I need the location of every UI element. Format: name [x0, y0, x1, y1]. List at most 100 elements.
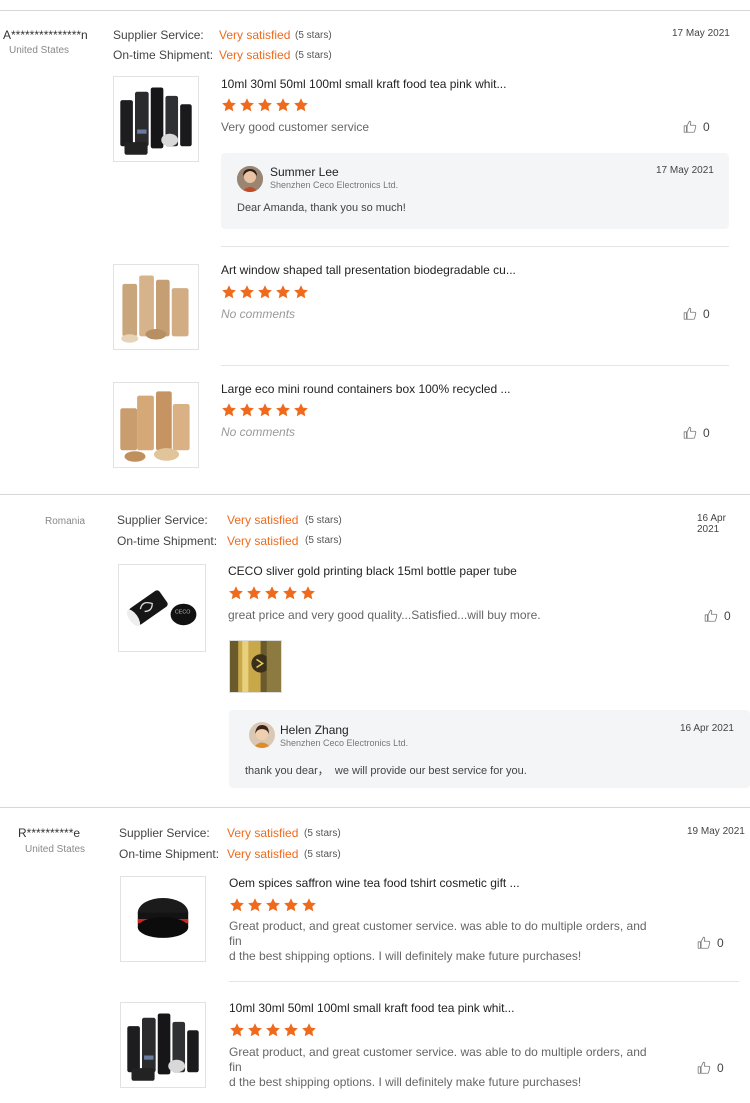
review-divider: [0, 807, 750, 808]
supplier-reply: Helen Zhang Shenzhen Ceco Electronics Lt…: [229, 710, 750, 788]
review-comment-line: Great product, and great customer servic…: [229, 1045, 647, 1074]
rating-stars: [228, 585, 316, 601]
shipment-value: Very satisfied: [227, 534, 299, 548]
like-button[interactable]: 0: [704, 609, 731, 623]
like-button[interactable]: 0: [683, 426, 710, 440]
star-icon: [301, 1022, 317, 1038]
shipment-label: On-time Shipment:: [119, 847, 220, 861]
like-button[interactable]: 0: [697, 936, 724, 950]
reply-text: Dear Amanda, thank you so much!: [237, 202, 406, 214]
star-icon: [239, 97, 255, 113]
supplier-service-value: Very satisfied: [219, 28, 291, 42]
supplier-service-label: Supplier Service:: [117, 513, 208, 527]
shipment-label: On-time Shipment:: [117, 534, 218, 548]
product-title[interactable]: 10ml 30ml 50ml 100ml small kraft food te…: [221, 77, 506, 91]
star-icon: [265, 1022, 281, 1038]
star-icon: [282, 585, 298, 601]
product-title[interactable]: 10ml 30ml 50ml 100ml small kraft food te…: [229, 1001, 514, 1015]
reply-company: Shenzhen Ceco Electronics Ltd.: [280, 738, 409, 748]
review-comment: Very good customer service: [221, 120, 370, 134]
supplier-service-stars: (5 stars): [305, 515, 342, 526]
supplier-service-value: Very satisfied: [227, 513, 299, 527]
like-count: 0: [703, 307, 710, 321]
review-date: 19 May 2021: [687, 826, 745, 837]
shipment-value: Very satisfied: [219, 48, 291, 62]
star-icon: [247, 897, 263, 913]
product-title[interactable]: Art window shaped tall presentation biod…: [221, 263, 516, 277]
review-photo[interactable]: [229, 640, 282, 693]
thumbs-up-icon: [704, 609, 718, 623]
star-icon: [265, 897, 281, 913]
product-title[interactable]: CECO sliver gold printing black 15ml bot…: [228, 564, 517, 578]
supplier-service-stars: (5 stars): [304, 828, 341, 839]
item-divider: [221, 365, 729, 366]
item-divider: [221, 246, 729, 247]
review-comment: No comments: [221, 307, 296, 321]
reply-date: 16 Apr 2021: [680, 723, 734, 734]
avatar: [237, 166, 263, 192]
like-count: 0: [703, 120, 710, 134]
product-thumbnail[interactable]: [113, 264, 199, 350]
star-icon: [293, 284, 309, 300]
rating-stars: [221, 402, 309, 418]
like-button[interactable]: 0: [683, 307, 710, 321]
star-icon: [275, 97, 291, 113]
star-icon: [300, 585, 316, 601]
shipment-label: On-time Shipment:: [113, 48, 214, 62]
review-divider: [0, 494, 750, 495]
product-thumbnail[interactable]: [118, 564, 206, 652]
thumbs-up-icon: [697, 1061, 711, 1075]
product-thumbnail[interactable]: [113, 76, 199, 162]
item-divider: [229, 981, 739, 982]
star-icon: [239, 284, 255, 300]
product-title[interactable]: Large eco mini round containers box 100%…: [221, 382, 511, 396]
reply-text: thank you dear， we will provide our best…: [245, 765, 527, 777]
rating-stars: [229, 1022, 317, 1038]
star-icon: [221, 402, 237, 418]
thumbs-up-icon: [683, 120, 697, 134]
review-comment: Great product, and great customer servic…: [229, 1045, 659, 1090]
star-icon: [283, 897, 299, 913]
star-icon: [283, 1022, 299, 1038]
star-icon: [275, 402, 291, 418]
product-thumbnail[interactable]: [120, 876, 206, 962]
star-icon: [275, 284, 291, 300]
like-button[interactable]: 0: [697, 1061, 724, 1075]
buyer-name: R**********e: [18, 826, 81, 840]
buyer-name: A***************n: [3, 28, 88, 42]
buyer-country: United States: [25, 844, 86, 855]
review-date: 17 May 2021: [672, 28, 730, 39]
star-icon: [239, 402, 255, 418]
supplier-service-label: Supplier Service:: [119, 826, 210, 840]
star-icon: [264, 585, 280, 601]
product-title[interactable]: Oem spices saffron wine tea food tshirt …: [229, 876, 520, 890]
product-thumbnail[interactable]: [120, 1002, 206, 1088]
star-icon: [247, 1022, 263, 1038]
review-divider: [0, 10, 750, 11]
thumbs-up-icon: [683, 307, 697, 321]
star-icon: [257, 284, 273, 300]
like-button[interactable]: 0: [683, 120, 710, 134]
buyer-country: United States: [9, 45, 70, 56]
review-comment-line: Great product, and great customer servic…: [229, 919, 647, 948]
star-icon: [257, 402, 273, 418]
review-comment-line: d the best shipping options. I will defi…: [229, 1075, 582, 1089]
product-thumbnail[interactable]: [113, 382, 199, 468]
star-icon: [293, 97, 309, 113]
star-icon: [257, 97, 273, 113]
like-count: 0: [703, 426, 710, 440]
supplier-reply: Summer Lee Shenzhen Ceco Electronics Ltd…: [221, 153, 729, 229]
supplier-service-value: Very satisfied: [227, 826, 299, 840]
star-icon: [221, 97, 237, 113]
star-icon: [301, 897, 317, 913]
shipment-stars: (5 stars): [304, 849, 341, 860]
star-icon: [246, 585, 262, 601]
supplier-service-stars: (5 stars): [295, 30, 332, 41]
reply-author: Helen Zhang: [280, 723, 349, 737]
supplier-service-label: Supplier Service:: [113, 28, 204, 42]
avatar: [249, 722, 275, 748]
like-count: 0: [717, 1061, 724, 1075]
review-date: 16 Apr 2021: [697, 513, 726, 535]
review-comment: No comments: [221, 425, 296, 439]
review-comment-line: d the best shipping options. I will defi…: [229, 949, 582, 963]
